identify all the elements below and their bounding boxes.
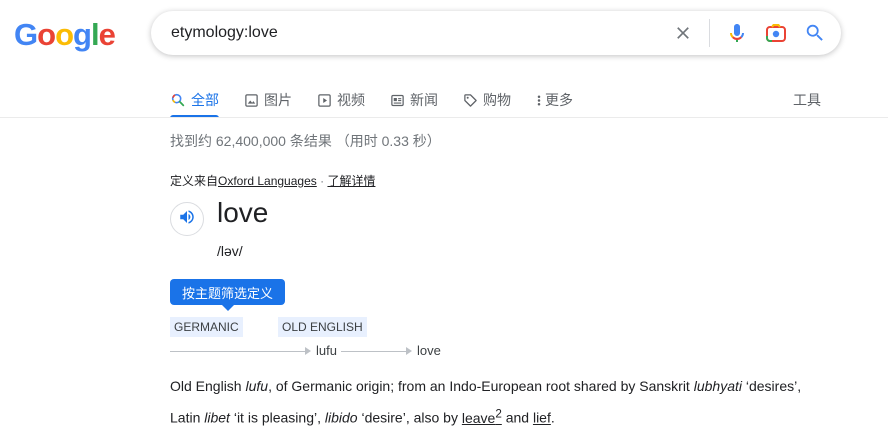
leave-link[interactable]: leave2: [461, 407, 502, 426]
tab-all[interactable]: 全部: [170, 84, 219, 118]
leave-link-label: leave: [461, 409, 496, 426]
tab-news[interactable]: 新闻: [390, 84, 438, 116]
tab-label: 视频: [337, 92, 365, 108]
source-prefix: 定义来自: [170, 174, 219, 188]
tab-more[interactable]: 更多: [535, 84, 573, 116]
logo-letter: l: [90, 17, 100, 52]
ety-italic: libido: [324, 409, 358, 426]
search-submit-icon[interactable]: [803, 21, 827, 45]
search-icon: [170, 92, 186, 108]
result-stats: 找到约 62,400,000 条结果 （用时 0.33 秒）: [170, 133, 441, 149]
search-input[interactable]: etymology:love: [171, 24, 278, 42]
ety-italic: libet: [204, 409, 230, 426]
ety-language-germanic: GERMANIC: [170, 317, 243, 337]
logo-letter: g: [73, 17, 92, 52]
ety-text: .: [550, 409, 555, 426]
microphone-icon[interactable]: [725, 21, 749, 45]
tab-label: 新闻: [410, 92, 438, 108]
more-vert-icon: [535, 93, 543, 108]
tab-label: 更多: [545, 92, 573, 108]
logo-letter: G: [14, 17, 38, 52]
dictionary-source: 定义来自Oxford Languages · 了解详情: [170, 172, 375, 189]
ety-text: and: [501, 409, 533, 426]
tools-button[interactable]: 工具: [793, 84, 821, 116]
tab-label: 购物: [483, 92, 511, 108]
lief-link[interactable]: lief: [533, 410, 551, 426]
ety-form-lufu: lufu: [316, 343, 337, 358]
source-separator: ·: [316, 174, 328, 188]
ety-italic: lubhyati: [693, 378, 742, 394]
pronunciation-button[interactable]: [170, 202, 204, 236]
ety-text: , of Germanic origin; from an Indo-Europ…: [268, 378, 694, 394]
ety-text: Old English: [170, 378, 246, 394]
image-icon: [244, 93, 259, 108]
oxford-languages-link[interactable]: Oxford Languages: [218, 174, 317, 188]
tab-shopping[interactable]: 购物: [463, 84, 511, 116]
tab-images[interactable]: 图片: [244, 84, 292, 116]
google-logo[interactable]: Google: [14, 17, 116, 53]
search-tabs: 全部 图片 视频 新闻 购物 更多 工具: [170, 84, 888, 118]
phonetic: /ləv/: [217, 243, 243, 259]
camera-lens-icon[interactable]: [764, 21, 788, 45]
ety-form-love: love: [417, 343, 441, 358]
filter-by-topic-button[interactable]: 按主题筛选定义: [170, 279, 285, 311]
ety-arrow-icon: [305, 347, 311, 355]
logo-letter: e: [98, 17, 116, 52]
tab-label: 全部: [191, 92, 219, 108]
etymology-text: Old English lufu, of Germanic origin; fr…: [170, 373, 810, 432]
ety-arrow-icon: [406, 347, 412, 355]
ety-text: ‘desire’, also by: [357, 409, 462, 426]
ety-line: [341, 351, 407, 352]
learn-more-link[interactable]: 了解详情: [327, 174, 375, 188]
ety-italic: lufu: [245, 378, 269, 394]
search-divider: [709, 19, 710, 47]
speaker-icon: [178, 208, 196, 231]
video-icon: [317, 93, 332, 108]
logo-letter: o: [55, 17, 74, 52]
clear-icon[interactable]: [671, 21, 695, 45]
news-icon: [390, 93, 405, 108]
tag-icon: [463, 93, 478, 108]
tabs-divider: [0, 117, 888, 118]
ety-line: [170, 351, 306, 352]
ety-language-old-english: OLD ENGLISH: [278, 317, 367, 337]
search-box[interactable]: etymology:love: [151, 11, 841, 55]
tab-label: 图片: [264, 92, 292, 108]
logo-letter: o: [37, 17, 56, 52]
tab-videos[interactable]: 视频: [317, 84, 365, 116]
headword: love: [217, 197, 269, 228]
ety-text: ‘it is pleasing’,: [229, 409, 325, 426]
